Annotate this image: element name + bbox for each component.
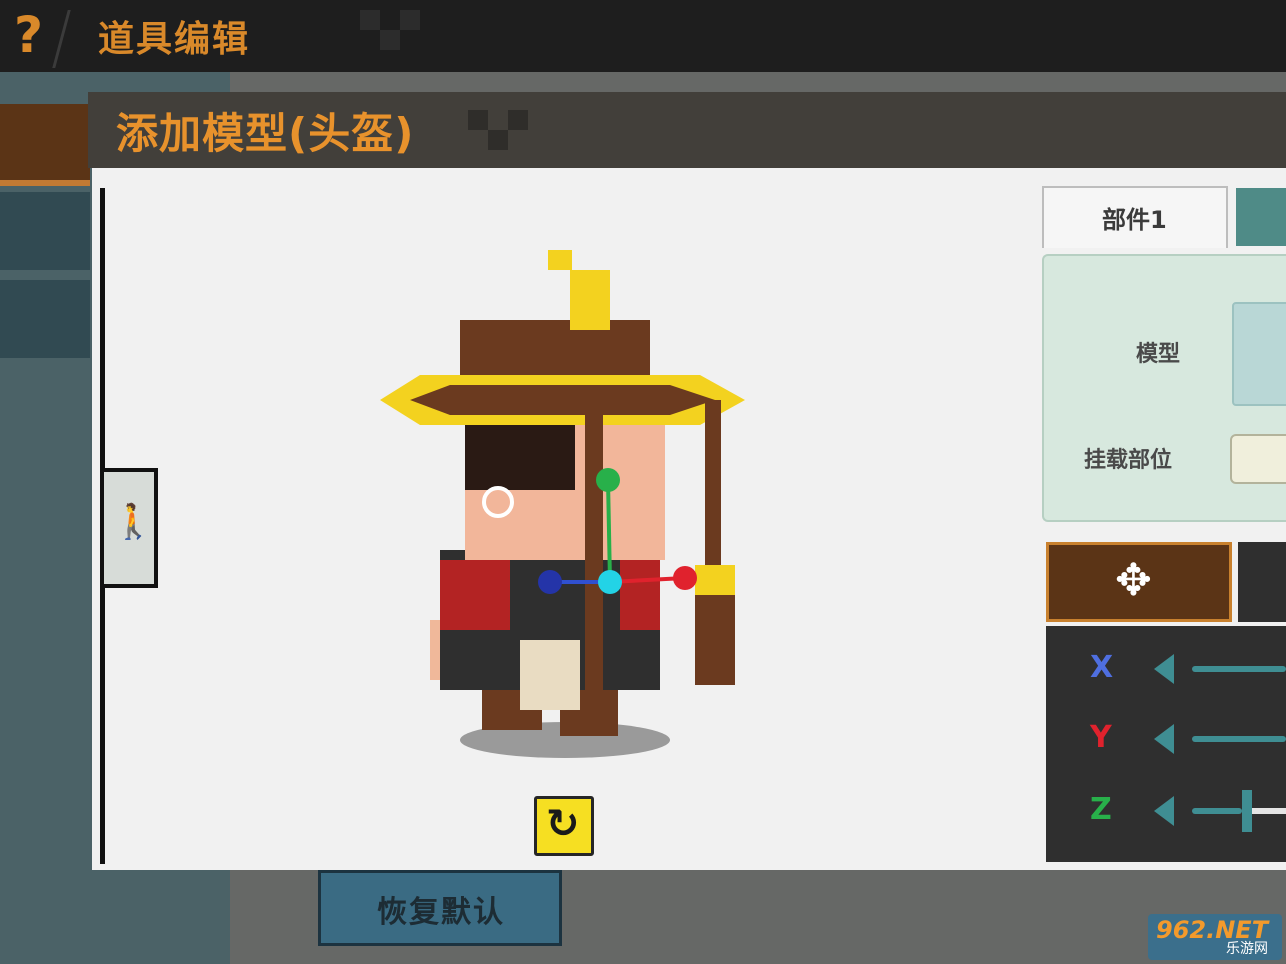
tab-part-1[interactable]: 部件1: [1042, 186, 1228, 248]
decrement-y-icon[interactable]: [1154, 724, 1174, 754]
gizmo-center[interactable]: [598, 570, 622, 594]
slider-z-thumb[interactable]: [1242, 790, 1252, 832]
gizmo-z-axis: [606, 479, 612, 583]
model-label: 模型: [1136, 342, 1181, 367]
tassel-cord: [585, 410, 603, 690]
deco-checker: [360, 10, 380, 30]
tab-next[interactable]: [1236, 188, 1286, 246]
left-tab-active[interactable]: [0, 104, 90, 186]
slider-x[interactable]: [1192, 666, 1286, 672]
gizmo-x-handle[interactable]: [538, 570, 562, 594]
gizmo-z-handle[interactable]: [596, 468, 620, 492]
modal-header: 添加模型(头盔): [88, 92, 1286, 168]
shoulder-right: [620, 560, 660, 630]
decrement-x-icon[interactable]: [1154, 654, 1174, 684]
properties-panel: 模型 挂载部位: [1042, 254, 1286, 522]
restore-default-button[interactable]: 恢复默认: [318, 870, 562, 946]
mount-select[interactable]: [1230, 434, 1286, 484]
watermark-sub: 乐游网: [1226, 941, 1268, 957]
hat-brim-inner: [410, 385, 715, 415]
decrement-z-icon[interactable]: [1154, 796, 1174, 826]
rotate-reset-button[interactable]: ↻: [534, 796, 594, 856]
hat-ornament: [548, 250, 572, 270]
deco-checker: [488, 130, 508, 150]
modal-title: 添加模型(头盔): [116, 109, 415, 158]
move-arrows-icon: ✥: [1115, 555, 1152, 606]
tassel-ring: [695, 565, 735, 595]
rotate-icon: ↻: [546, 801, 580, 847]
axis-sliders: X Y Z: [1046, 626, 1286, 862]
watermark-logo: 962.NET 乐游网: [1148, 914, 1282, 960]
hat-ornament: [570, 270, 610, 330]
skirt: [520, 640, 580, 710]
gizmo-y-handle[interactable]: [673, 566, 697, 590]
move-mode-button[interactable]: ✥: [1046, 542, 1232, 622]
axis-y-label: Y: [1090, 720, 1112, 755]
slider-z[interactable]: [1192, 808, 1242, 814]
mount-label: 挂载部位: [1084, 448, 1173, 473]
character-preview[interactable]: [370, 240, 770, 760]
top-bar: ? 道具编辑: [0, 0, 1286, 72]
rotate-mode-button[interactable]: [1238, 542, 1286, 622]
left-tab[interactable]: [0, 280, 90, 358]
slider-y[interactable]: [1192, 736, 1286, 742]
figure-icon: 🚶: [112, 502, 155, 542]
deco-checker: [400, 10, 420, 30]
deco-checker: [468, 110, 488, 130]
slider-z-rest: [1252, 808, 1286, 814]
tab-label: 部件1: [1102, 206, 1167, 234]
axis-x-label: X: [1090, 650, 1114, 685]
shoulder-left: [440, 560, 510, 630]
page-title: 道具编辑: [98, 19, 251, 60]
restore-label: 恢复默认: [377, 895, 505, 930]
axis-z-label: Z: [1090, 792, 1112, 827]
deco-checker: [380, 30, 400, 50]
tassel: [695, 595, 735, 685]
left-tab[interactable]: [0, 192, 90, 270]
deco-checker: [508, 110, 528, 130]
divider: [52, 10, 71, 68]
help-icon[interactable]: ?: [14, 6, 43, 64]
model-thumbnail[interactable]: [1232, 302, 1286, 406]
side-tab[interactable]: 🚶: [104, 468, 158, 588]
